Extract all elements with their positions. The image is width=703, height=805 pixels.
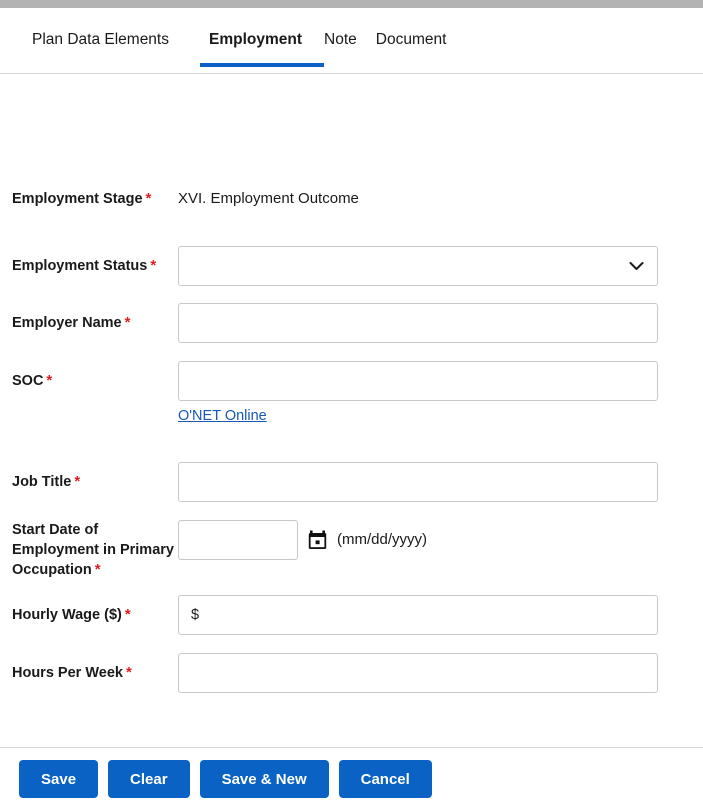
field-row-employment-status: Employment Status * xyxy=(0,246,658,286)
save-button[interactable]: Save xyxy=(19,760,99,798)
field-row-employer-name: Employer Name * xyxy=(0,303,658,343)
tab-employment[interactable]: Employment xyxy=(200,30,325,67)
start-date-input[interactable] xyxy=(178,520,298,560)
tab-label: Document xyxy=(375,31,447,48)
employer-name-label: Employer Name * xyxy=(0,303,178,343)
tab-label: Note xyxy=(324,31,357,48)
required-asterisk: * xyxy=(94,561,101,578)
cancel-button[interactable]: Cancel xyxy=(338,760,432,798)
employment-status-select-wrap xyxy=(178,246,658,286)
window-top-bar xyxy=(0,0,703,8)
employment-status-select[interactable] xyxy=(178,246,658,286)
field-row-hourly-wage: Hourly Wage ($) * xyxy=(0,595,658,635)
tab-document[interactable]: Document xyxy=(376,30,466,66)
job-title-input[interactable] xyxy=(178,462,658,502)
tab-plan-data-elements[interactable]: Plan Data Elements xyxy=(32,30,191,66)
required-asterisk: * xyxy=(124,314,131,331)
hours-per-week-input[interactable] xyxy=(178,653,658,693)
label-text: Hourly Wage ($) xyxy=(12,607,122,623)
hourly-wage-input[interactable] xyxy=(178,595,658,635)
soc-field-group: O'NET Online xyxy=(178,361,658,425)
label-text: Hours Per Week xyxy=(12,665,123,681)
date-format-hint: (mm/dd/yyyy) xyxy=(337,531,427,548)
field-row-employment-stage: Employment Stage * XVI. Employment Outcom… xyxy=(0,189,359,209)
employer-name-input[interactable] xyxy=(178,303,658,343)
required-asterisk: * xyxy=(125,664,132,681)
required-asterisk: * xyxy=(124,606,131,623)
field-row-hours-per-week: Hours Per Week * xyxy=(0,653,658,693)
tab-label: Employment xyxy=(209,31,303,48)
label-text: SOC xyxy=(12,373,44,389)
footer-button-row: Save Clear Save & New Cancel xyxy=(0,748,703,798)
label-text: Employment Stage xyxy=(12,191,143,207)
field-row-job-title: Job Title * xyxy=(0,462,658,502)
soc-input[interactable] xyxy=(178,361,658,401)
required-asterisk: * xyxy=(150,257,157,274)
onet-online-link[interactable]: O'NET Online xyxy=(178,408,267,424)
soc-label: SOC * xyxy=(0,361,178,401)
hourly-wage-label: Hourly Wage ($) * xyxy=(0,595,178,635)
field-row-start-date: Start Date of Employment in Primary Occu… xyxy=(0,520,427,580)
tab-note[interactable]: Note xyxy=(324,30,376,66)
job-title-label: Job Title * xyxy=(0,462,178,502)
tab-label: Plan Data Elements xyxy=(32,31,169,48)
required-asterisk: * xyxy=(74,473,81,490)
employment-stage-value: XVI. Employment Outcome xyxy=(178,190,359,207)
label-text: Start Date of Employment in Primary Occu… xyxy=(12,522,174,578)
hours-per-week-label: Hours Per Week * xyxy=(0,653,178,693)
start-date-label: Start Date of Employment in Primary Occu… xyxy=(0,520,178,580)
label-text: Employer Name xyxy=(12,315,122,331)
calendar-icon[interactable] xyxy=(308,520,327,560)
required-asterisk: * xyxy=(145,190,152,207)
tab-bar: Plan Data Elements Employment Note Docum… xyxy=(0,8,703,74)
required-asterisk: * xyxy=(46,372,53,389)
save-and-new-button[interactable]: Save & New xyxy=(199,760,329,798)
label-text: Employment Status xyxy=(12,258,148,274)
clear-button[interactable]: Clear xyxy=(108,760,190,798)
field-row-soc: SOC * O'NET Online xyxy=(0,361,658,425)
tab-bar-divider xyxy=(0,73,703,74)
form-footer: Save Clear Save & New Cancel xyxy=(0,747,703,805)
label-text: Job Title xyxy=(12,474,72,490)
employment-status-label: Employment Status * xyxy=(0,246,178,286)
employment-stage-label: Employment Stage * xyxy=(0,189,178,209)
